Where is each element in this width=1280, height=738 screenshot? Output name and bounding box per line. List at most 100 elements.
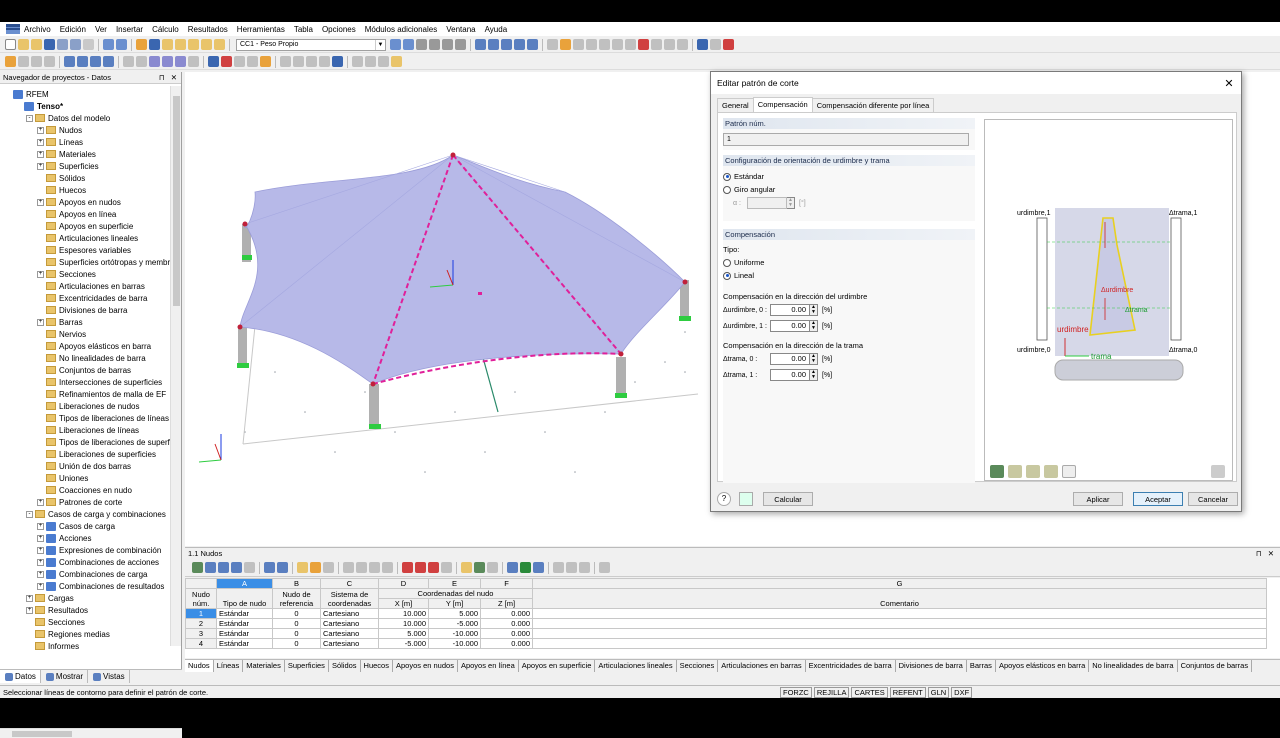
- navigator-vertical-scrollbar[interactable]: [170, 86, 181, 646]
- cell-ref[interactable]: 0: [272, 608, 321, 619]
- table-move-icon[interactable]: [441, 562, 452, 573]
- urdimbre-0-spinner[interactable]: ▲ ▼: [810, 304, 818, 316]
- polyline-icon[interactable]: [44, 56, 55, 67]
- loadcase-select[interactable]: CC1 - Peso Propio ▼: [236, 38, 386, 51]
- visibility-icon[interactable]: [664, 39, 675, 50]
- trama-0-spinner[interactable]: ▲ ▼: [810, 353, 818, 365]
- cell-z[interactable]: 0.000: [480, 638, 533, 649]
- tree-item[interactable]: Liberaciones de nudos: [0, 400, 170, 412]
- preview-tool-1-icon[interactable]: [990, 464, 1004, 478]
- tree-item[interactable]: Informes: [0, 640, 170, 652]
- undo-icon[interactable]: [103, 39, 114, 50]
- table-tab[interactable]: No linealidades de barra: [1089, 660, 1178, 672]
- units-icon[interactable]: [739, 492, 753, 506]
- table-settings-icon[interactable]: [553, 562, 564, 573]
- tree-item[interactable]: + Patrones de corte: [0, 496, 170, 508]
- col-b-header[interactable]: B: [272, 578, 321, 589]
- print-icon[interactable]: [57, 39, 68, 50]
- tree-item[interactable]: Coacciones en nudo: [0, 484, 170, 496]
- tree-item[interactable]: + Secciones: [0, 268, 170, 280]
- view-x-icon[interactable]: [488, 39, 499, 50]
- menu-tabla[interactable]: Tabla: [294, 25, 313, 34]
- select-icon[interactable]: [573, 39, 584, 50]
- panel-icon[interactable]: [201, 39, 212, 50]
- cell-x[interactable]: 5.000: [378, 628, 429, 639]
- expand-icon[interactable]: +: [37, 198, 44, 206]
- render-icon[interactable]: [560, 39, 571, 50]
- menu-ver[interactable]: Ver: [95, 25, 107, 34]
- table-tab[interactable]: Superficies: [285, 660, 329, 672]
- col-g-header[interactable]: G: [532, 578, 1267, 589]
- table-tab[interactable]: Líneas: [214, 660, 244, 672]
- table-tab[interactable]: Apoyos en nudos: [393, 660, 458, 672]
- cell-ref[interactable]: 0: [272, 628, 321, 639]
- rotate-icon[interactable]: [599, 39, 610, 50]
- tree-item[interactable]: + Barras: [0, 316, 170, 328]
- expand-icon[interactable]: +: [26, 606, 33, 614]
- background-icon[interactable]: [378, 56, 389, 67]
- copy-icon[interactable]: [83, 39, 94, 50]
- trama-1-input[interactable]: 0.00: [770, 369, 810, 381]
- table-delete-icon[interactable]: [402, 562, 413, 573]
- table-cut-icon[interactable]: [415, 562, 426, 573]
- cell-comentario[interactable]: [532, 638, 1267, 649]
- table-tab[interactable]: Huecos: [361, 660, 393, 672]
- expand-icon[interactable]: +: [37, 270, 44, 278]
- status-refent[interactable]: REFENT: [889, 686, 926, 698]
- menu-insertar[interactable]: Insertar: [116, 25, 143, 34]
- radio-giro-angular[interactable]: Giro angular: [723, 183, 975, 196]
- table-sort-icon[interactable]: [310, 562, 321, 573]
- table-excel-icon[interactable]: [520, 562, 531, 573]
- view-z-icon[interactable]: [514, 39, 525, 50]
- check-icon[interactable]: [221, 56, 232, 67]
- move-icon[interactable]: [586, 39, 597, 50]
- menu-opciones[interactable]: Opciones: [322, 25, 356, 34]
- expand-icon[interactable]: +: [37, 546, 44, 554]
- cell-comentario[interactable]: [532, 628, 1267, 639]
- tree-item[interactable]: Articulaciones lineales: [0, 232, 170, 244]
- expand-icon[interactable]: +: [37, 126, 44, 134]
- col-f-header[interactable]: F: [480, 578, 533, 589]
- mesh-icon[interactable]: [208, 56, 219, 67]
- table-check-icon[interactable]: [474, 562, 485, 573]
- tab-general[interactable]: General: [717, 98, 754, 112]
- delete-icon[interactable]: [638, 39, 649, 50]
- table-tab[interactable]: Excentricidades de barra: [806, 660, 896, 672]
- row-number[interactable]: 3: [185, 628, 217, 639]
- opening-icon[interactable]: [90, 56, 101, 67]
- tree-item[interactable]: Regiones medias: [0, 628, 170, 640]
- tool-b-icon[interactable]: [429, 39, 440, 50]
- dimension-icon[interactable]: [280, 56, 291, 67]
- table-tab[interactable]: Apoyos en línea: [458, 660, 519, 672]
- table-tool-4-icon[interactable]: [231, 562, 242, 573]
- table-tool-7-icon[interactable]: [277, 562, 288, 573]
- col-c-header[interactable]: C: [320, 578, 379, 589]
- window-icon[interactable]: [697, 39, 708, 50]
- menu-resultados[interactable]: Resultados: [188, 25, 228, 34]
- tree-item[interactable]: + Materiales: [0, 148, 170, 160]
- tree-item[interactable]: + Resultados: [0, 604, 170, 616]
- tree-item[interactable]: Tipos de liberaciones de líneas: [0, 412, 170, 424]
- member-icon[interactable]: [123, 56, 134, 67]
- cell-tipo[interactable]: Estándar: [216, 618, 273, 629]
- cell-z[interactable]: 0.000: [480, 628, 533, 639]
- guide-icon[interactable]: [306, 56, 317, 67]
- aceptar-button[interactable]: Aceptar: [1133, 492, 1183, 506]
- close-icon[interactable]: ✕: [1217, 77, 1241, 90]
- urdimbre-1-input[interactable]: 0.00: [770, 320, 810, 332]
- tree-item[interactable]: Secciones: [0, 616, 170, 628]
- menu-calculo[interactable]: Cálculo: [152, 25, 179, 34]
- tree-item[interactable]: Excentricidades de barra: [0, 292, 170, 304]
- color-scale-icon[interactable]: [391, 56, 402, 67]
- status-rejilla[interactable]: REJILLA: [813, 686, 850, 698]
- snap-icon[interactable]: [319, 56, 330, 67]
- table-tool-6-icon[interactable]: [264, 562, 275, 573]
- table-refresh-icon[interactable]: [323, 562, 334, 573]
- edit-icon[interactable]: [136, 39, 147, 50]
- cell-x[interactable]: 10.000: [378, 608, 429, 619]
- tree-item[interactable]: Espesores variables: [0, 244, 170, 256]
- tree-item[interactable]: Nervios: [0, 328, 170, 340]
- table-row[interactable]: 3 Estándar 0 Cartesiano 5.000 -10.000 0.…: [185, 628, 1267, 639]
- table-tab[interactable]: Nudos: [185, 660, 214, 672]
- radio-lineal[interactable]: Lineal: [723, 269, 975, 282]
